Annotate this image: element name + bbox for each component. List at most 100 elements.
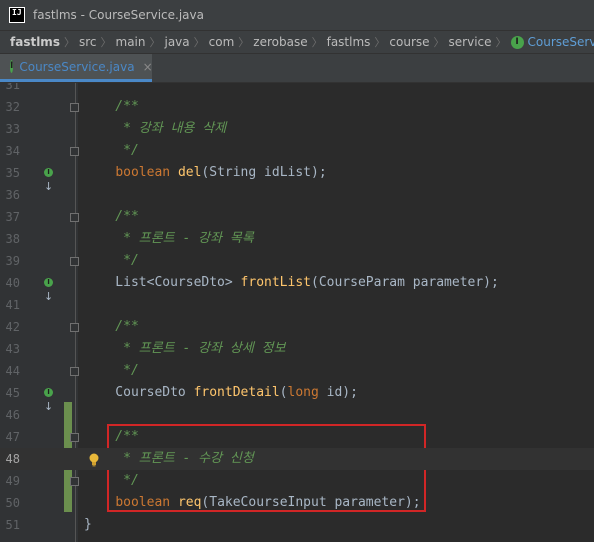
- breadcrumb-label: src: [78, 35, 97, 49]
- code-text[interactable]: * 프론트 - 수강 신청: [84, 448, 254, 470]
- line-number: 47: [5, 430, 20, 444]
- code-line[interactable]: 44 */: [0, 360, 594, 382]
- breadcrumb-item-src[interactable]: src: [75, 35, 101, 49]
- code-line[interactable]: 51}: [0, 514, 594, 536]
- code-line[interactable]: 32 /**: [0, 96, 594, 118]
- code-text[interactable]: }: [84, 514, 92, 536]
- code-token: * 프론트 - 강좌 상세 정보: [84, 341, 286, 356]
- code-text[interactable]: boolean del(String idList);: [84, 162, 326, 184]
- code-token: id);: [318, 385, 358, 400]
- breadcrumb-label: course: [389, 35, 430, 49]
- fold-marker-icon[interactable]: [70, 103, 79, 112]
- breadcrumb-item-fastlms[interactable]: fastlms: [323, 35, 375, 49]
- code-token: frontDetail: [193, 385, 280, 400]
- code-line[interactable]: 33 * 강좌 내용 삭제: [0, 118, 594, 140]
- breadcrumb-separator-icon: 〉: [149, 36, 161, 49]
- line-number: 31: [5, 83, 20, 92]
- fold-marker-icon[interactable]: [70, 257, 79, 266]
- line-number: 46: [5, 408, 20, 422]
- code-line[interactable]: 36: [0, 184, 594, 206]
- code-text[interactable]: boolean req(TakeCourseInput parameter);: [84, 492, 420, 514]
- code-text[interactable]: /**: [84, 316, 139, 338]
- line-number: 34: [5, 144, 20, 158]
- breadcrumb-item-com[interactable]: com: [205, 35, 239, 49]
- code-token: boolean: [115, 165, 171, 180]
- code-token: CourseDto: [84, 385, 194, 400]
- code-text[interactable]: /**: [84, 206, 139, 228]
- implemented-gutter-icon[interactable]: I↓: [44, 276, 62, 303]
- code-text[interactable]: * 강좌 내용 삭제: [84, 118, 226, 140]
- fold-marker-icon[interactable]: [70, 147, 79, 156]
- breadcrumb-item-fastlms[interactable]: fastlms: [0, 35, 64, 49]
- breadcrumb-separator-icon: 〉: [100, 36, 112, 49]
- code-line[interactable]: 38 * 프론트 - 강좌 목록: [0, 228, 594, 250]
- code-text[interactable]: */: [84, 360, 139, 382]
- code-token: * 프론트 - 강좌 목록: [84, 231, 254, 246]
- code-text[interactable]: */: [84, 470, 139, 492]
- fold-marker-icon[interactable]: [70, 323, 79, 332]
- implemented-gutter-icon[interactable]: I↓: [44, 386, 62, 413]
- breadcrumb-item-java[interactable]: java: [160, 35, 193, 49]
- tab-courseservice[interactable]: I CourseService.java ×: [0, 54, 153, 82]
- breadcrumb-label: main: [115, 35, 146, 49]
- breadcrumb-separator-icon: 〉: [495, 36, 507, 49]
- code-token: */: [84, 473, 139, 488]
- code-text[interactable]: * 프론트 - 강좌 목록: [84, 228, 254, 250]
- code-line[interactable]: 47 /**: [0, 426, 594, 448]
- breadcrumb-item-main[interactable]: main: [112, 35, 150, 49]
- implemented-gutter-icon[interactable]: I↓: [44, 166, 62, 193]
- interface-icon: I: [10, 60, 14, 73]
- code-line[interactable]: 35 boolean del(String idList);: [0, 162, 594, 184]
- code-token: */: [84, 253, 139, 268]
- code-token: List<CourseDto>: [84, 275, 241, 290]
- close-icon[interactable]: ×: [143, 60, 153, 74]
- lightbulb-icon[interactable]: [88, 452, 100, 467]
- code-token: /**: [84, 319, 139, 334]
- fold-marker-icon[interactable]: [70, 367, 79, 376]
- fold-marker-icon[interactable]: [70, 213, 79, 222]
- fold-marker-icon[interactable]: [70, 433, 79, 442]
- breadcrumb-item-course[interactable]: course: [385, 35, 433, 49]
- code-token: * 강좌 내용 삭제: [84, 121, 227, 136]
- code-text[interactable]: */: [84, 140, 139, 162]
- code-text[interactable]: * 프론트 - 강좌 상세 정보: [84, 338, 286, 360]
- intellij-logo-icon: IJ: [9, 7, 25, 23]
- code-line[interactable]: 45 CourseDto frontDetail(long id);: [0, 382, 594, 404]
- breadcrumb-label: java: [164, 35, 190, 49]
- code-line[interactable]: 43 * 프론트 - 강좌 상세 정보: [0, 338, 594, 360]
- code-line[interactable]: 40 List<CourseDto> frontList(CourseParam…: [0, 272, 594, 294]
- breadcrumb-item-service[interactable]: service: [445, 35, 496, 49]
- breadcrumb-separator-icon: 〉: [193, 36, 205, 49]
- code-line[interactable]: 42 /**: [0, 316, 594, 338]
- code-token: */: [84, 143, 139, 158]
- code-text[interactable]: /**: [84, 96, 139, 118]
- breadcrumb-item-courseservice[interactable]: ICourseService: [507, 35, 594, 49]
- code-line[interactable]: 50 boolean req(TakeCourseInput parameter…: [0, 492, 594, 514]
- code-text[interactable]: List<CourseDto> frontList(CourseParam pa…: [84, 272, 499, 294]
- code-token: */: [84, 363, 139, 378]
- breadcrumb-item-zerobase[interactable]: zerobase: [249, 35, 311, 49]
- fold-marker-icon[interactable]: [70, 477, 79, 486]
- line-number: 44: [5, 364, 20, 378]
- breadcrumb-separator-icon: 〉: [433, 36, 445, 49]
- code-text[interactable]: /**: [84, 426, 139, 448]
- line-number: 49: [5, 474, 20, 488]
- breadcrumb-label: CourseService: [527, 35, 594, 49]
- code-token: /**: [84, 429, 139, 444]
- editor-tab-bar: I CourseService.java ×: [0, 54, 594, 83]
- code-line[interactable]: 37 /**: [0, 206, 594, 228]
- code-line[interactable]: 49 */: [0, 470, 594, 492]
- code-token: /**: [84, 99, 139, 114]
- code-line[interactable]: 46: [0, 404, 594, 426]
- code-editor[interactable]: 31 32 /** 33 * 강좌 내용 삭제 34 */35 boolean del…: [0, 83, 594, 542]
- line-number: 43: [5, 342, 20, 356]
- code-text[interactable]: CourseDto frontDetail(long id);: [84, 382, 358, 404]
- code-text[interactable]: */: [84, 250, 139, 272]
- code-line[interactable]: 34 */: [0, 140, 594, 162]
- code-line[interactable]: 39 */: [0, 250, 594, 272]
- code-line[interactable]: 41: [0, 294, 594, 316]
- code-line[interactable]: 31: [0, 83, 594, 96]
